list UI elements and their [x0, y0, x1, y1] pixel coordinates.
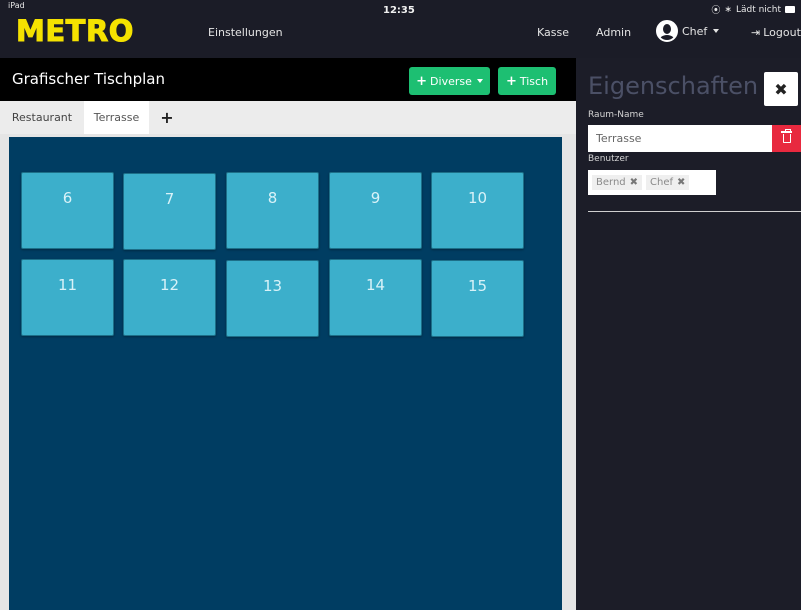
- diverse-dropdown-button[interactable]: + Diverse: [409, 67, 490, 95]
- table-number: 14: [365, 276, 386, 294]
- status-indicators: ⦿ ∗ Lädt nicht: [711, 3, 795, 16]
- diverse-label: Diverse: [430, 74, 472, 88]
- floorplan-header: Grafischer Tischplan + Diverse + Tisch: [0, 58, 576, 101]
- logout-icon: ⇥: [751, 26, 761, 39]
- add-room-button[interactable]: +: [155, 101, 179, 134]
- nav-einstellungen[interactable]: Einstellungen: [208, 26, 283, 39]
- trash-icon: [780, 129, 792, 143]
- charging-status: Lädt nicht: [735, 4, 781, 15]
- table-tile[interactable]: 9: [329, 172, 422, 249]
- add-table-button[interactable]: + Tisch: [498, 67, 556, 95]
- table-tile[interactable]: 10: [431, 172, 524, 249]
- user-menu[interactable]: Chef: [656, 20, 720, 42]
- table-tile[interactable]: 11: [21, 259, 114, 336]
- nav-admin[interactable]: Admin: [596, 26, 631, 39]
- table-number: 13: [262, 277, 283, 295]
- users-label: Benutzer: [588, 154, 629, 164]
- table-number: 12: [159, 276, 180, 294]
- properties-panel: Eigenschaften ✖ Raum-Name Benutzer Bernd…: [576, 58, 801, 610]
- table-tile[interactable]: 14: [329, 259, 422, 336]
- user-chip: Chef ✖: [646, 175, 690, 190]
- table-number: 10: [467, 189, 488, 207]
- tab-terrasse[interactable]: Terrasse: [84, 101, 149, 134]
- table-tile[interactable]: 6: [21, 172, 114, 249]
- floorplan-pane: Grafischer Tischplan + Diverse + Tisch R…: [0, 58, 576, 610]
- user-name: Chef: [682, 24, 708, 38]
- metro-logo[interactable]: METRO: [16, 14, 134, 49]
- chevron-down-icon: [476, 79, 483, 83]
- table-number: 7: [164, 190, 175, 208]
- bluetooth-icon: ∗: [724, 4, 732, 15]
- table-tile[interactable]: 15: [431, 260, 524, 337]
- table-tile[interactable]: 13: [226, 260, 319, 337]
- plus-icon: +: [505, 73, 517, 89]
- users-tag-input[interactable]: Bernd ✖ Chef ✖: [588, 170, 716, 195]
- logout-label: Logout: [763, 26, 801, 39]
- room-tabs: Restaurant Terrasse +: [0, 101, 576, 134]
- location-icon: ⦿: [711, 6, 721, 16]
- table-tile[interactable]: 12: [123, 259, 216, 336]
- battery-icon: [785, 6, 795, 13]
- table-number: 8: [267, 189, 278, 207]
- avatar-icon: [656, 20, 678, 42]
- status-device: iPad: [8, 1, 25, 10]
- properties-title: Eigenschaften: [588, 72, 759, 100]
- table-number: 9: [370, 189, 381, 207]
- tisch-label: Tisch: [519, 74, 549, 88]
- nav-kasse[interactable]: Kasse: [537, 26, 569, 39]
- room-name-input[interactable]: [588, 125, 774, 152]
- page-title: Grafischer Tischplan: [12, 70, 165, 88]
- table-tile[interactable]: 7: [123, 173, 216, 250]
- table-number: 15: [467, 277, 488, 295]
- chevron-down-icon: [713, 29, 720, 33]
- user-chip-label: Chef: [650, 177, 674, 188]
- table-number: 11: [57, 276, 78, 294]
- logout-button[interactable]: ⇥ Logout: [751, 26, 801, 39]
- room-name-label: Raum-Name: [588, 110, 644, 120]
- user-chip-label: Bernd: [596, 177, 626, 188]
- remove-icon[interactable]: ✖: [630, 177, 638, 188]
- plus-icon: +: [416, 73, 428, 89]
- table-number: 6: [62, 189, 73, 207]
- remove-icon[interactable]: ✖: [677, 177, 685, 188]
- floorplan-canvas[interactable]: 6 7 8 9 10 11 12 13 14 15: [9, 137, 562, 610]
- close-button[interactable]: ✖: [764, 72, 798, 106]
- status-time: 12:35: [383, 5, 415, 16]
- tab-restaurant[interactable]: Restaurant: [0, 101, 84, 134]
- user-chip: Bernd ✖: [592, 175, 643, 190]
- delete-room-button[interactable]: [772, 125, 801, 152]
- top-navbar: iPad 12:35 ⦿ ∗ Lädt nicht METRO Einstell…: [0, 0, 801, 58]
- table-tile[interactable]: 8: [226, 172, 319, 249]
- divider: [588, 211, 801, 212]
